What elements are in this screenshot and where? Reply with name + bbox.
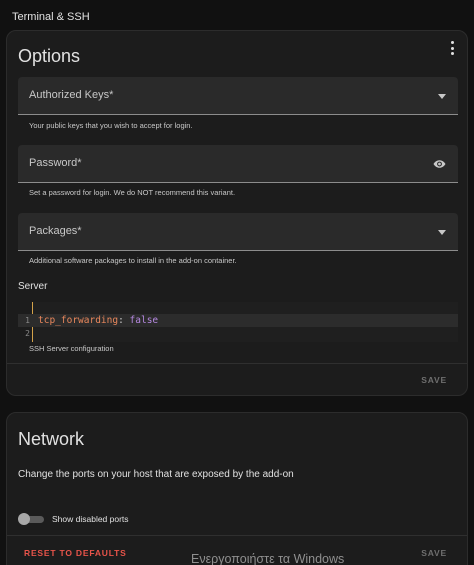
code-value: false [129,315,159,326]
code-separator: : [118,315,124,326]
page: Terminal & SSH Options Authorized Keys* … [0,0,474,565]
dropdown-arrow-icon[interactable] [438,230,446,235]
packages-field[interactable]: Packages* [18,213,458,251]
network-save-button[interactable]: SAVE [421,548,447,558]
network-description: Change the ports on your host that are e… [18,469,294,480]
network-card: Network Change the ports on your host th… [6,412,468,565]
show-disabled-ports-toggle[interactable] [18,513,44,525]
app-title: Terminal & SSH [12,11,90,23]
authorized-keys-helper: Your public keys that you wish to accept… [29,121,193,130]
password-label: Password* [29,157,82,169]
toggle-thumb [18,513,30,525]
network-title: Network [18,429,85,449]
line-number: 2 [25,329,30,338]
options-card: Options Authorized Keys* Your public key… [6,30,468,396]
dropdown-arrow-icon[interactable] [438,94,446,99]
eye-icon[interactable] [433,158,446,170]
code-key: tcp_forwarding [38,315,119,326]
password-field[interactable]: Password* [18,145,458,183]
options-save-button[interactable]: SAVE [421,375,447,385]
server-code-editor[interactable]: 1 tcp_forwarding: false 2 [18,302,458,342]
windows-activation-watermark: Ενεργοποιήστε τα Windows [191,552,345,565]
card-divider [7,535,467,536]
line-number: 1 [25,316,30,325]
card-divider [7,363,467,364]
packages-label: Packages* [29,225,82,237]
reset-to-defaults-button[interactable]: RESET TO DEFAULTS [24,548,127,558]
options-title: Options [18,46,81,66]
kebab-menu-icon[interactable] [449,41,455,55]
authorized-keys-label: Authorized Keys* [29,89,114,101]
authorized-keys-field[interactable]: Authorized Keys* [18,77,458,115]
code-line: 2 [18,327,458,340]
code-line: 1 tcp_forwarding: false [18,314,458,327]
password-helper: Set a password for login. We do NOT reco… [29,188,236,197]
server-label: Server [18,281,48,292]
server-helper: SSH Server configuration [29,344,114,353]
packages-helper: Additional software packages to install … [29,256,237,265]
show-disabled-ports-label: Show disabled ports [52,514,129,524]
